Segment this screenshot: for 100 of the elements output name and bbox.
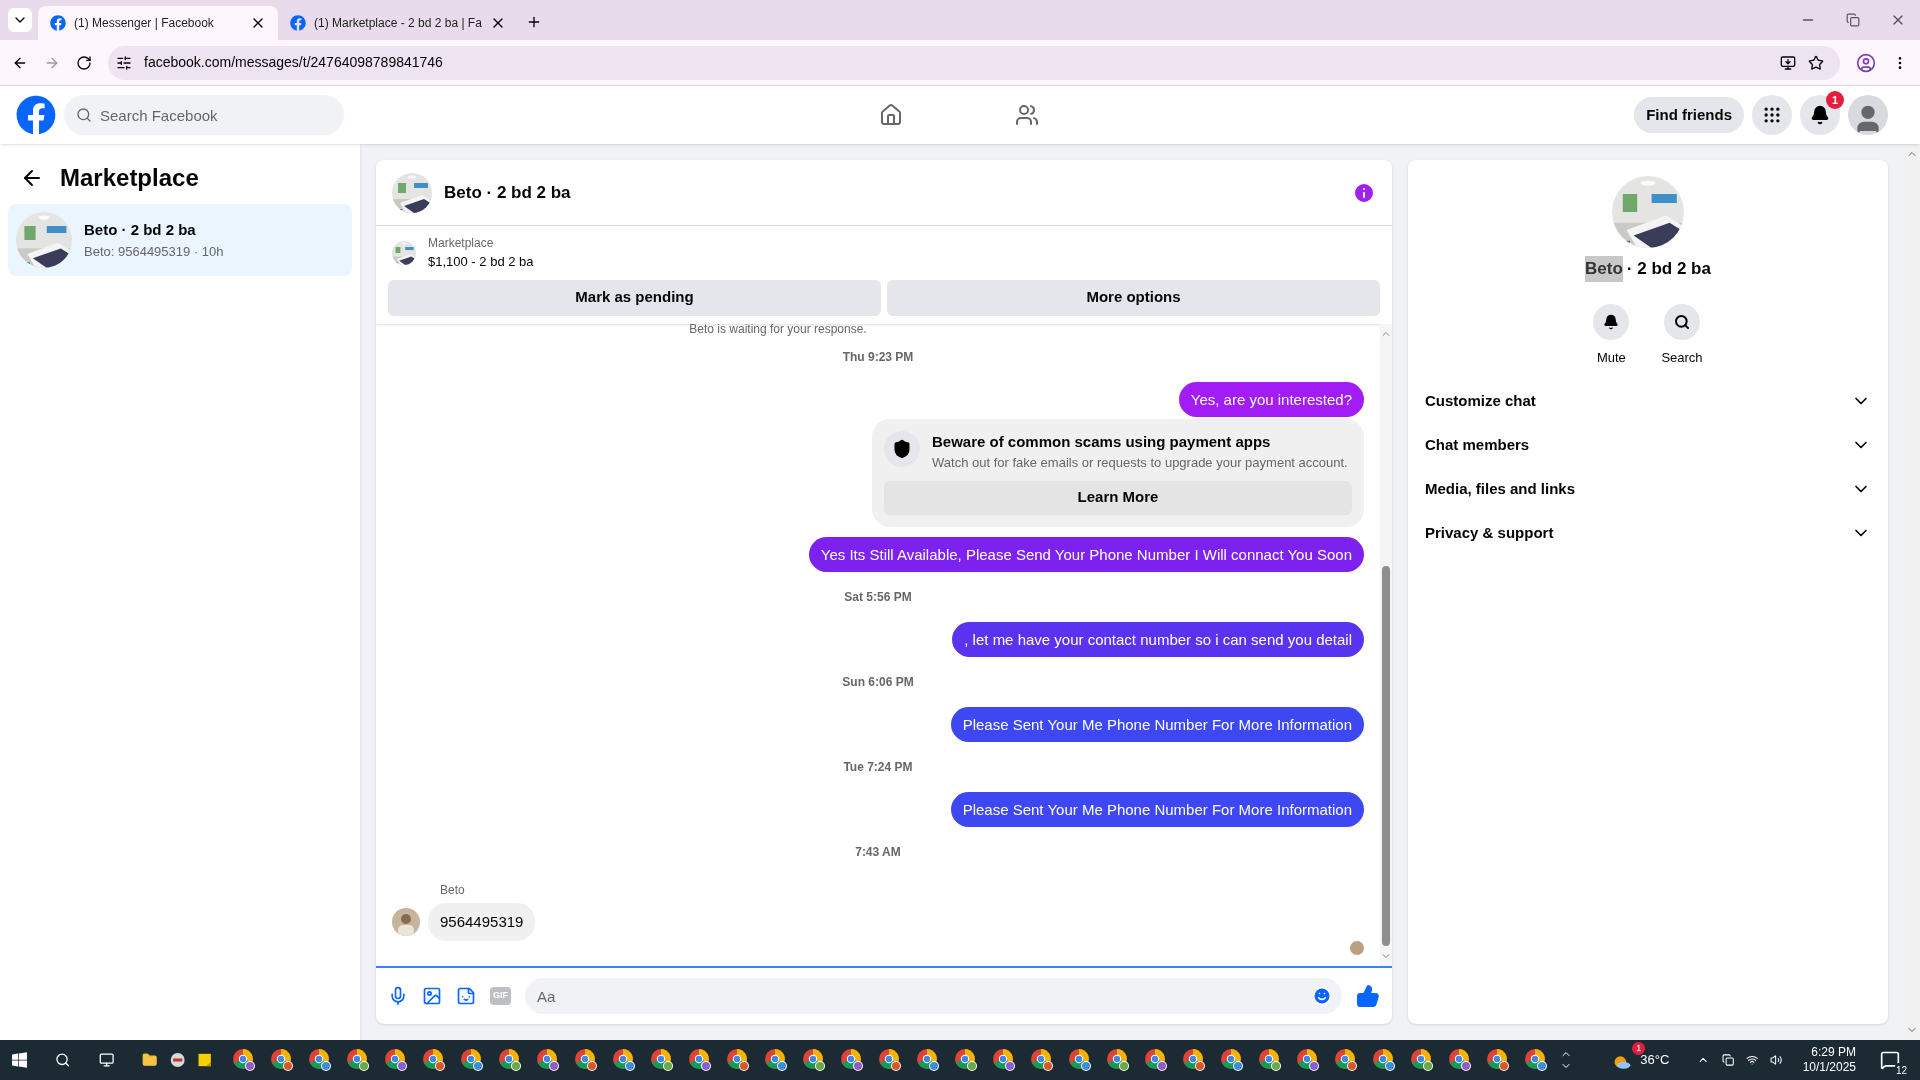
chrome-icon[interactable] xyxy=(232,1048,257,1072)
profile-action-button[interactable]: Search xyxy=(1661,303,1703,367)
chrome-icon[interactable] xyxy=(536,1048,561,1072)
facebook-icon xyxy=(290,15,306,31)
volume-icon[interactable] xyxy=(1770,1052,1783,1068)
chrome-icon[interactable] xyxy=(726,1048,751,1072)
chrome-icon[interactable] xyxy=(422,1048,447,1072)
clock-date: 10/1/2025 xyxy=(1802,1060,1857,1075)
shield-icon xyxy=(884,430,920,467)
notification-badge: 1 xyxy=(1826,91,1844,109)
sent-message: Please Sent Your Me Phone Number For More Information xyxy=(950,706,1364,742)
bell-icon xyxy=(1603,313,1620,330)
name-selection: Beto xyxy=(1585,256,1623,282)
chrome-icon[interactable] xyxy=(1486,1048,1511,1072)
chrome-icon[interactable] xyxy=(1410,1048,1435,1072)
notice-text: Beto is waiting for your response. xyxy=(689,323,867,334)
tab-search-button[interactable] xyxy=(8,8,32,32)
install-icon[interactable] xyxy=(1780,54,1796,71)
listing-price: $1,100 - 2 bd 2 ba xyxy=(428,253,534,271)
chrome-icon[interactable] xyxy=(802,1048,827,1072)
browser-tab[interactable]: (1) Marketplace - 2 bd 2 ba | Fa xyxy=(278,6,518,40)
chrome-icon[interactable] xyxy=(1030,1048,1055,1072)
like-icon[interactable] xyxy=(1356,984,1380,1008)
action-button[interactable]: More options xyxy=(887,279,1380,316)
chrome-icon[interactable] xyxy=(688,1048,713,1072)
chrome-icon[interactable] xyxy=(650,1048,675,1072)
chrome-icon[interactable] xyxy=(308,1048,333,1072)
restore-icon[interactable] xyxy=(1846,13,1860,27)
section-header[interactable]: Media, files and links xyxy=(1424,467,1872,511)
chrome-icon[interactable] xyxy=(954,1048,979,1072)
photo-icon[interactable] xyxy=(422,986,442,1006)
conversation-name: Beto · 2 bd 2 ba xyxy=(84,220,197,240)
url-text: facebook.com/messages/t/24764098789841746 xyxy=(144,53,443,72)
start-icon[interactable] xyxy=(12,1050,28,1070)
chrome-icon[interactable] xyxy=(1258,1048,1283,1072)
listing-label: Marketplace xyxy=(428,235,495,252)
timestamp: Sun 6:06 PM xyxy=(842,673,914,691)
timestamp: Tue 7:24 PM xyxy=(843,758,913,776)
search-field[interactable]: Search Facebook xyxy=(64,95,344,135)
chrome-icon[interactable] xyxy=(346,1048,371,1072)
facebook-icon xyxy=(50,15,66,31)
chrome-icon[interactable] xyxy=(1448,1048,1473,1072)
message-field[interactable]: Aa xyxy=(525,978,1342,1014)
conversation-preview: Beto: 9564495319 · 10h xyxy=(84,242,224,261)
conversation-item[interactable]: Beto · 2 bd 2 ba Beto: 9564495319 · 10h xyxy=(8,204,352,276)
chrome-icon[interactable] xyxy=(384,1048,409,1072)
chrome-icon[interactable] xyxy=(460,1048,485,1072)
bookmark-star-icon[interactable] xyxy=(1808,54,1824,71)
warning-text: Watch out for fake emails or requests to upgrade your payment account. xyxy=(932,454,1348,472)
section-header[interactable]: Customize chat xyxy=(1424,379,1872,423)
facebook-logo-icon[interactable] xyxy=(16,95,56,135)
tab-title: (1) Marketplace - 2 bd 2 ba | Fa xyxy=(314,15,482,32)
profile-name: · 2 bd 2 ba xyxy=(1626,258,1711,280)
learn-more-button[interactable]: Learn More xyxy=(884,480,1352,515)
chrome-icon[interactable] xyxy=(1144,1048,1169,1072)
section-header[interactable]: Privacy & support xyxy=(1424,511,1872,555)
sticker-icon[interactable] xyxy=(456,986,476,1006)
chrome-icon[interactable] xyxy=(1296,1048,1321,1072)
section-label: Chat members xyxy=(1425,434,1531,455)
chrome-icon[interactable] xyxy=(612,1048,637,1072)
profile-icon[interactable] xyxy=(1856,52,1876,73)
address-bar[interactable]: facebook.com/messages/t/24764098789841746 xyxy=(108,45,1840,80)
chrome-icon[interactable] xyxy=(498,1048,523,1072)
chrome-icon[interactable] xyxy=(1068,1048,1093,1072)
menu-button[interactable] xyxy=(1752,95,1792,135)
microphone-icon[interactable] xyxy=(388,986,408,1006)
section-label: Privacy & support xyxy=(1425,522,1555,543)
chrome-icon[interactable] xyxy=(1220,1048,1245,1072)
chrome-icon[interactable] xyxy=(1524,1048,1549,1072)
chrome-icon[interactable] xyxy=(1182,1048,1207,1072)
sent-message: Yes Its Still Available, Please Send Your Phone Number I Will connact You Soon xyxy=(808,536,1364,572)
warning-title: Beware of common scams using payment apps xyxy=(932,431,1272,452)
chrome-icon[interactable] xyxy=(992,1048,1017,1072)
chrome-icon[interactable] xyxy=(878,1048,903,1072)
site-settings-icon[interactable] xyxy=(116,54,132,71)
search-icon xyxy=(76,107,92,123)
chrome-icon[interactable] xyxy=(1106,1048,1131,1072)
chrome-icon[interactable] xyxy=(574,1048,599,1072)
groups-icon[interactable] xyxy=(1015,103,1040,127)
chrome-icon[interactable] xyxy=(1334,1048,1359,1072)
section-header[interactable]: Chat members xyxy=(1424,423,1872,467)
section-label: Customize chat xyxy=(1425,390,1537,411)
find-friends-button[interactable]: Find friends xyxy=(1634,97,1744,133)
reload-icon[interactable] xyxy=(76,54,92,71)
browser-tab[interactable]: (1) Messenger | Facebook xyxy=(38,6,278,40)
tray-app-icon[interactable] xyxy=(1721,1052,1734,1068)
sender-name: Beto xyxy=(440,881,466,899)
account-button[interactable] xyxy=(1848,95,1888,135)
action-button[interactable]: Mark as pending xyxy=(388,279,881,316)
notifications-button[interactable] xyxy=(1800,95,1840,135)
sent-message: Yes, are you interested? xyxy=(1178,381,1364,417)
chrome-icon[interactable] xyxy=(916,1048,941,1072)
timestamp: 7:43 AM xyxy=(855,843,901,861)
new-tab-icon[interactable] xyxy=(526,14,542,30)
chrome-icon[interactable] xyxy=(764,1048,789,1072)
chrome-icon[interactable] xyxy=(840,1048,865,1072)
home-icon[interactable] xyxy=(879,103,904,127)
app-icon[interactable] xyxy=(169,1050,185,1070)
chrome-icon[interactable] xyxy=(1372,1048,1397,1072)
chrome-icon[interactable] xyxy=(270,1048,295,1072)
